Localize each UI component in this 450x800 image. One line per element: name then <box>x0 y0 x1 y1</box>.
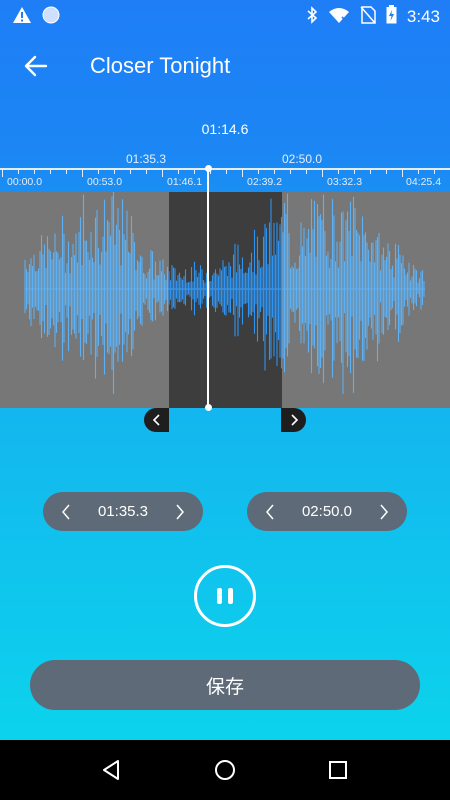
ruler-label: 00:53.0 <box>87 176 123 188</box>
ruler-tick <box>274 169 275 174</box>
ruler-tick <box>338 169 339 174</box>
ruler-tick <box>146 169 147 174</box>
chevron-left-icon <box>152 414 160 426</box>
ruler-tick <box>2 169 3 177</box>
chevron-left-icon <box>266 504 274 519</box>
save-button[interactable]: 保存 <box>30 660 420 710</box>
end-decrement-button[interactable] <box>261 503 279 521</box>
arrow-left-icon <box>24 55 48 77</box>
nav-recents-button[interactable] <box>326 758 350 782</box>
ruler-tick <box>162 169 163 177</box>
start-time-value: 01:35.3 <box>97 503 149 520</box>
ruler-tick <box>34 169 35 174</box>
ruler-tick <box>418 169 419 174</box>
ruler-label: 00:00.0 <box>7 176 43 188</box>
back-button[interactable] <box>22 52 50 80</box>
nav-back-button[interactable] <box>100 758 124 782</box>
playhead[interactable] <box>207 168 209 408</box>
chevron-right-icon <box>290 414 298 426</box>
app-bar: Closer Tonight <box>0 40 450 94</box>
ruler-tick <box>98 169 99 174</box>
ruler-tick <box>258 169 259 174</box>
bluetooth-icon <box>306 5 318 29</box>
recents-square-icon <box>329 761 347 779</box>
ruler-label: 01:46.1 <box>167 176 203 188</box>
ruler-tick <box>50 169 51 174</box>
page-title: Closer Tonight <box>90 53 231 78</box>
ruler-tick <box>322 169 323 177</box>
ruler-tick <box>226 169 227 174</box>
selection-start-label: 01:35.3 <box>126 152 167 166</box>
pause-button[interactable] <box>194 565 256 627</box>
ruler-tick <box>18 169 19 174</box>
selection-end-handle[interactable] <box>281 408 306 432</box>
playhead-top-dot <box>204 165 212 172</box>
ruler-tick <box>386 169 387 174</box>
status-time: 3:43 <box>406 7 440 26</box>
ruler-label: 02:39.2 <box>247 176 283 188</box>
current-time-label: 01:14.6 <box>201 121 249 137</box>
waveform <box>24 192 425 395</box>
time-ruler: 00:00.0 00:53.0 01:46.1 02:39.2 03:32.3 … <box>0 167 450 192</box>
ruler-label: 03:32.3 <box>327 176 363 188</box>
end-increment-button[interactable] <box>375 503 393 521</box>
status-bar: 3:43 <box>0 0 450 30</box>
start-decrement-button[interactable] <box>57 503 75 521</box>
ruler-line <box>0 168 450 170</box>
circle-notification-icon <box>42 6 60 29</box>
pause-icon-bar <box>228 588 233 604</box>
ruler-tick <box>370 169 371 174</box>
start-increment-button[interactable] <box>171 503 189 521</box>
ruler-tick <box>66 169 67 174</box>
chevron-right-icon <box>380 504 388 519</box>
ruler-tick <box>114 169 115 174</box>
wifi-off-icon <box>328 6 350 29</box>
system-nav-bar <box>0 740 450 800</box>
end-time-stepper: 02:50.0 <box>247 492 407 531</box>
ruler-tick <box>178 169 179 174</box>
ruler-tick <box>130 169 131 174</box>
ruler-tick <box>306 169 307 174</box>
ruler-tick <box>434 169 435 174</box>
no-sim-icon <box>360 5 376 29</box>
playhead-bottom-dot <box>204 404 212 411</box>
battery-charging-icon <box>386 5 397 29</box>
pause-icon <box>217 588 222 604</box>
start-time-stepper: 01:35.3 <box>43 492 203 531</box>
ruler-tick <box>354 169 355 174</box>
selection-end-label: 02:50.0 <box>282 152 323 166</box>
ruler-tick <box>402 169 403 177</box>
chevron-right-icon <box>176 504 184 519</box>
nav-home-button[interactable] <box>213 758 237 782</box>
ruler-tick <box>242 169 243 177</box>
home-circle-icon <box>215 760 235 780</box>
warning-icon <box>12 6 32 29</box>
back-triangle-icon <box>103 760 119 780</box>
editor-screen: 3:43 Closer Tonight 01:14.6 01:35.3 02:5… <box>0 0 450 740</box>
ruler-label: 04:25.4 <box>406 176 442 188</box>
chevron-left-icon <box>62 504 70 519</box>
end-time-value: 02:50.0 <box>301 503 353 520</box>
ruler-tick <box>290 169 291 174</box>
waveform-area[interactable] <box>0 192 450 408</box>
ruler-tick <box>82 169 83 177</box>
selection-start-handle[interactable] <box>144 408 169 432</box>
ruler-tick <box>194 169 195 174</box>
